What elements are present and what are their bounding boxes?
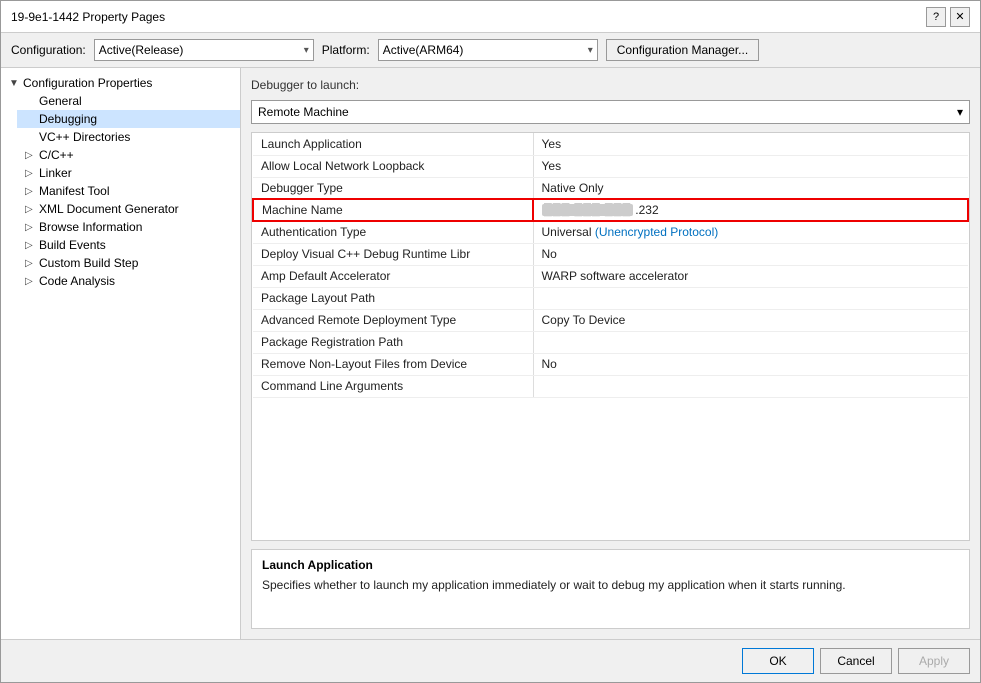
prop-name: Amp Default Accelerator [253,265,533,287]
prop-name: Authentication Type [253,221,533,243]
footer-buttons: OK Cancel Apply [1,639,980,682]
title-bar: 19-9e1-1442 Property Pages ? ✕ [1,1,980,33]
platform-select[interactable]: Active(ARM64) ▾ [378,39,598,61]
prop-value: No [533,353,968,375]
sidebar-item-cpp[interactable]: ▷ C/C++ [17,146,240,164]
prop-name: Machine Name [253,199,533,221]
prop-value: WARP software accelerator [533,265,968,287]
prop-name: Package Registration Path [253,331,533,353]
tree-expand-icon: ▼ [9,78,23,89]
prop-name: Advanced Remote Deployment Type [253,309,533,331]
dialog-title: 19-9e1-1442 Property Pages [11,10,165,24]
prop-name: Command Line Arguments [253,375,533,397]
debugger-label: Debugger to launch: [251,78,970,92]
table-row[interactable]: Authentication Type Universal (Unencrypt… [253,221,968,243]
table-row[interactable]: Amp Default Accelerator WARP software ac… [253,265,968,287]
prop-value: Native Only [533,177,968,199]
prop-value: ███.███.███.232 [533,199,968,221]
prop-value [533,287,968,309]
prop-value: Copy To Device [533,309,968,331]
table-row[interactable]: Package Layout Path [253,287,968,309]
close-button[interactable]: ✕ [950,7,970,27]
sidebar-item-code-analysis[interactable]: ▷ Code Analysis [17,272,240,290]
unencrypted-text: (Unencrypted Protocol) [595,225,718,239]
prop-name: Remove Non-Layout Files from Device [253,353,533,375]
apply-button[interactable]: Apply [898,648,970,674]
sidebar-item-linker[interactable]: ▷ Linker [17,164,240,182]
table-row[interactable]: Package Registration Path [253,331,968,353]
blurred-ip: ███.███.███ [542,204,633,216]
debugger-select[interactable]: Remote Machine ▾ [251,100,970,124]
sidebar: ▼ Configuration Properties General Debug… [1,68,241,639]
prop-value [533,331,968,353]
prop-value [533,375,968,397]
right-panel: Debugger to launch: Remote Machine ▾ Lau… [241,68,980,639]
tree-children: General Debugging VC++ Directories ▷ C/C… [17,92,240,290]
tree-root-label: Configuration Properties [23,76,152,90]
debugger-dropdown-icon: ▾ [957,105,963,119]
sidebar-item-general[interactable]: General [17,92,240,110]
configuration-manager-button[interactable]: Configuration Manager... [606,39,759,61]
description-box: Launch Application Specifies whether to … [251,549,970,629]
prop-value: Universal (Unencrypted Protocol) [533,221,968,243]
prop-value: Yes [533,133,968,155]
prop-value: No [533,243,968,265]
platform-label: Platform: [322,43,370,57]
machine-name-value: ███.███.███.232 [542,203,959,217]
sidebar-item-browse-info[interactable]: ▷ Browse Information [17,218,240,236]
sidebar-item-vc-directories[interactable]: VC++ Directories [17,128,240,146]
table-row[interactable]: Advanced Remote Deployment Type Copy To … [253,309,968,331]
prop-name: Package Layout Path [253,287,533,309]
help-button[interactable]: ? [926,7,946,27]
sidebar-item-custom-build-step[interactable]: ▷ Custom Build Step [17,254,240,272]
title-controls: ? ✕ [926,7,970,27]
property-pages-dialog: 19-9e1-1442 Property Pages ? ✕ Configura… [0,0,981,683]
sidebar-item-debugging[interactable]: Debugging [17,110,240,128]
sidebar-item-build-events[interactable]: ▷ Build Events [17,236,240,254]
main-content: ▼ Configuration Properties General Debug… [1,68,980,639]
table-row[interactable]: Deploy Visual C++ Debug Runtime Libr No [253,243,968,265]
properties-table-container: Launch Application Yes Allow Local Netwo… [251,132,970,541]
properties-table: Launch Application Yes Allow Local Netwo… [252,133,969,398]
tree-root[interactable]: ▼ Configuration Properties General Debug… [1,72,240,292]
configuration-dropdown-icon: ▾ [304,45,309,56]
prop-name: Deploy Visual C++ Debug Runtime Libr [253,243,533,265]
prop-name: Allow Local Network Loopback [253,155,533,177]
sidebar-item-manifest-tool[interactable]: ▷ Manifest Tool [17,182,240,200]
machine-name-row[interactable]: Machine Name ███.███.███.232 [253,199,968,221]
ok-button[interactable]: OK [742,648,814,674]
configuration-properties-item[interactable]: ▼ Configuration Properties [1,74,240,92]
config-bar: Configuration: Active(Release) ▾ Platfor… [1,33,980,68]
table-row[interactable]: Command Line Arguments [253,375,968,397]
prop-name: Debugger Type [253,177,533,199]
description-body: Specifies whether to launch my applicati… [262,576,959,594]
table-row[interactable]: Remove Non-Layout Files from Device No [253,353,968,375]
description-title: Launch Application [262,558,959,572]
configuration-select[interactable]: Active(Release) ▾ [94,39,314,61]
table-row[interactable]: Allow Local Network Loopback Yes [253,155,968,177]
table-row[interactable]: Debugger Type Native Only [253,177,968,199]
table-row[interactable]: Launch Application Yes [253,133,968,155]
configuration-label: Configuration: [11,43,86,57]
prop-value: Yes [533,155,968,177]
debugger-select-row: Remote Machine ▾ [251,100,970,124]
prop-name: Launch Application [253,133,533,155]
sidebar-item-xml-doc-gen[interactable]: ▷ XML Document Generator [17,200,240,218]
platform-dropdown-icon: ▾ [588,45,593,56]
cancel-button[interactable]: Cancel [820,648,892,674]
